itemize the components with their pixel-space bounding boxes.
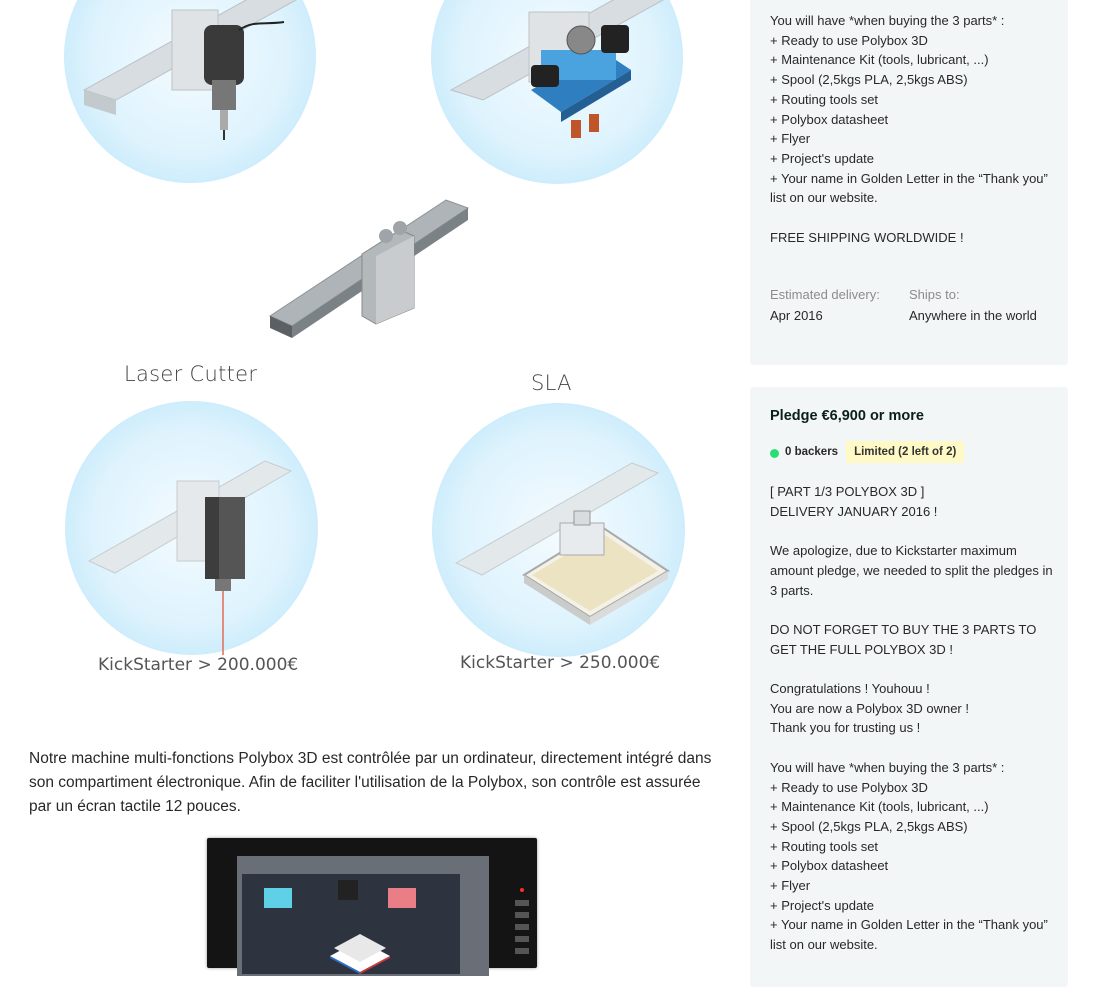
- sla-kickstarter-goal: KickStarter > 250.000€: [460, 653, 661, 673]
- pledge-amount-title: Pledge €6,900 or more: [770, 408, 924, 424]
- rail-illustration: [268, 199, 470, 338]
- reward-card-previous[interactable]: You will have *when buying the 3 parts* …: [750, 0, 1068, 365]
- reward-card-pledge-6900[interactable]: Pledge €6,900 or more 0 backers Limited …: [750, 387, 1068, 987]
- estimated-delivery-label: Estimated delivery:: [770, 287, 880, 302]
- limited-badge: Limited (2 left of 2): [846, 441, 965, 463]
- reward-contents: You will have *when buying the 3 parts* …: [770, 13, 1048, 245]
- extruder-module-illustration: [380, 0, 740, 190]
- touchscreen-photo: [207, 838, 537, 976]
- project-description: Laser Cutter KickStarter > 200.000€ SLA …: [0, 0, 740, 976]
- spindle-module-illustration: [0, 0, 380, 190]
- backers-count: 0 backers: [785, 446, 839, 458]
- ships-to-label: Ships to:: [909, 287, 960, 302]
- reward-description: [ PART 1/3 POLYBOX 3D ] DELIVERY JANUARY…: [770, 484, 1053, 953]
- backers-row: 0 backers Limited (2 left of 2): [770, 439, 965, 465]
- sla-module-illustration: [380, 395, 740, 665]
- touchscreen-description: Notre machine multi-fonctions Polybox 3D…: [29, 749, 712, 815]
- sla-title: SLA: [531, 371, 572, 395]
- laser-module-illustration: [0, 395, 380, 665]
- backer-status-dot-icon: [770, 448, 779, 458]
- ships-to-value: Anywhere in the world: [909, 308, 1037, 323]
- laser-kickstarter-goal: KickStarter > 200.000€: [98, 655, 299, 675]
- laser-cutter-title: Laser Cutter: [124, 362, 258, 386]
- estimated-delivery-value: Apr 2016: [770, 308, 823, 323]
